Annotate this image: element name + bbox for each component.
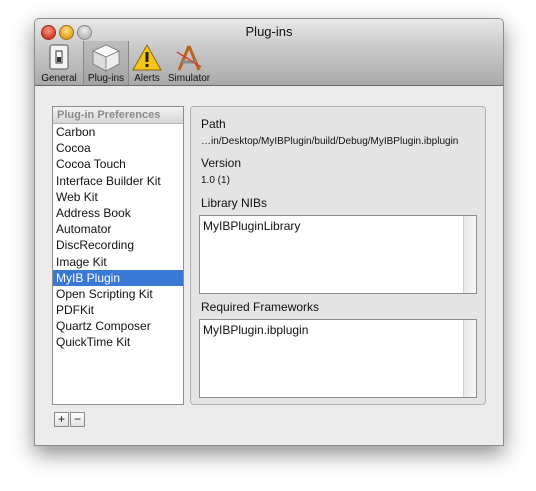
plugin-item-carbon[interactable]: Carbon <box>53 124 183 140</box>
plugin-item-cocoa-touch[interactable]: Cocoa Touch <box>53 156 183 172</box>
version-value: 1.0 (1) <box>201 175 230 186</box>
plugin-item-myib-plugin[interactable]: MyIB Plugin <box>53 269 183 286</box>
library-nib-item[interactable]: MyIBPluginLibrary <box>200 216 476 233</box>
plugin-item-address-book[interactable]: Address Book <box>53 205 183 221</box>
plugin-item-quicktime-kit[interactable]: QuickTime Kit <box>53 334 183 350</box>
plugin-item-image-kit[interactable]: Image Kit <box>53 254 183 270</box>
toolbar-plugins[interactable]: Plug-ins <box>83 41 129 85</box>
path-label: Path <box>201 117 226 131</box>
plugin-item-interface-builder-kit[interactable]: Interface Builder Kit <box>53 173 183 189</box>
toolbar-simulator[interactable]: Simulator <box>167 41 211 85</box>
plugin-item-discrecording[interactable]: DiscRecording <box>53 237 183 253</box>
toolbar-alerts[interactable]: Alerts <box>131 41 163 85</box>
plugin-item-open-scripting-kit[interactable]: Open Scripting Kit <box>53 286 183 302</box>
version-label: Version <box>201 156 242 170</box>
path-value: …in/Desktop/MyIBPlugin/build/Debug/MyIBP… <box>201 136 459 147</box>
plugin-item-automator[interactable]: Automator <box>53 221 183 237</box>
plugin-item-pdfkit[interactable]: PDFKit <box>53 302 183 318</box>
plugin-item-quartz-composer[interactable]: Quartz Composer <box>53 318 183 334</box>
toolbar-alerts-label: Alerts <box>134 73 160 84</box>
toolbar-general[interactable]: General <box>39 41 79 85</box>
required-frameworks-list[interactable]: MyIBPlugin.ibplugin <box>199 319 477 398</box>
toolbar-simulator-label: Simulator <box>167 73 211 84</box>
frameworks-scrollbar[interactable] <box>463 320 476 397</box>
preferences-window: Plug-ins General Plug-ins Alerts Simulat… <box>34 18 504 446</box>
switch-icon <box>49 44 69 70</box>
warning-triangle-icon <box>132 43 162 71</box>
required-frameworks-label: Required Frameworks <box>201 300 320 314</box>
plugin-cube-icon <box>92 44 120 72</box>
library-nibs-scrollbar[interactable] <box>463 216 476 293</box>
library-nibs-label: Library NIBs <box>201 196 268 210</box>
plugin-details-panel: Path …in/Desktop/MyIBPlugin/build/Debug/… <box>190 106 486 405</box>
plugin-list[interactable]: Plug-in Preferences Carbon Cocoa Cocoa T… <box>52 106 184 405</box>
add-plugin-button[interactable]: + <box>54 412 69 427</box>
plugin-item-web-kit[interactable]: Web Kit <box>53 189 183 205</box>
toolbar-plugins-label: Plug-ins <box>87 73 125 84</box>
titlebar: Plug-ins General Plug-ins Alerts Simulat… <box>35 19 503 86</box>
remove-plugin-button[interactable]: − <box>70 412 85 427</box>
window-title: Plug-ins <box>245 24 293 39</box>
library-nibs-list[interactable]: MyIBPluginLibrary <box>199 215 477 294</box>
framework-item[interactable]: MyIBPlugin.ibplugin <box>200 320 476 337</box>
simulator-app-icon <box>176 45 202 71</box>
plugin-item-cocoa[interactable]: Cocoa <box>53 140 183 156</box>
toolbar-general-label: General <box>41 73 77 84</box>
plugin-list-header: Plug-in Preferences <box>53 107 183 124</box>
